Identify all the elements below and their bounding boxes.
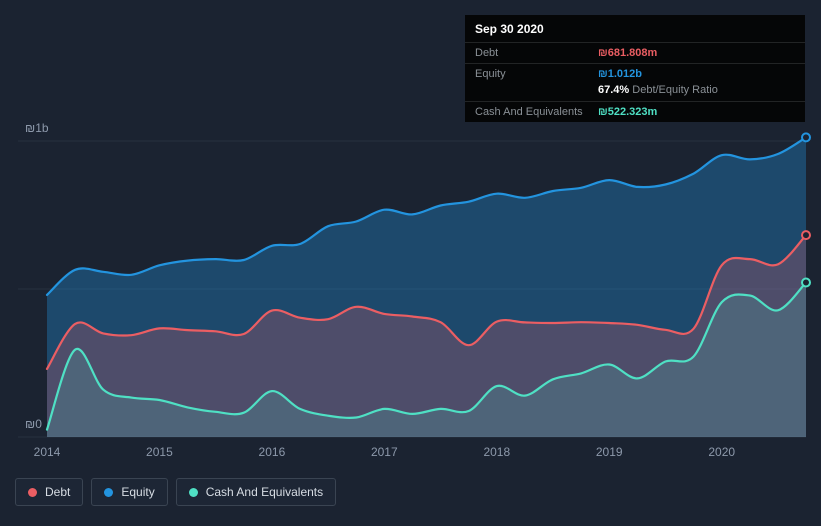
tooltip-ratio-row: 67.4% Debt/Equity Ratio	[465, 84, 805, 102]
y-axis-label: ₪0	[25, 417, 42, 431]
ratio-caption: Debt/Equity Ratio	[629, 84, 718, 96]
cash-endpoint-marker	[801, 277, 811, 288]
legend-label: Cash And Equivalents	[205, 485, 324, 499]
tooltip-cash-row: Cash And Equivalents ₪522.323m	[465, 102, 805, 122]
tooltip-cash-label: Cash And Equivalents	[475, 106, 583, 118]
ratio-percent: 67.4%	[598, 84, 630, 96]
x-axis-label: 2017	[371, 445, 398, 459]
debt-equity-history-panel: ₪1b ₪0 2014 2015 2016 2017 2018 2019 2020 Sep 30…	[0, 0, 821, 526]
debt-legend-dot-icon	[28, 487, 37, 497]
x-axis-label: 2019	[596, 445, 623, 459]
tooltip-debt-label: Debt	[475, 47, 499, 59]
cash-legend-dot-icon	[188, 487, 198, 497]
x-axis-label: 2015	[146, 445, 173, 459]
x-axis-label: 2016	[259, 445, 286, 459]
tooltip-debt-row: Debt ₪681.808m	[465, 43, 805, 64]
equity-legend-dot-icon	[104, 487, 114, 497]
tooltip-equity-label: Equity	[475, 68, 506, 80]
tooltip-cash-value: ₪522.323m	[598, 106, 658, 118]
tooltip-debt-value: ₪681.808m	[598, 47, 658, 59]
tooltip-date: Sep 30 2020	[465, 15, 805, 43]
legend-pill-equity[interactable]: Equity	[91, 478, 168, 506]
legend: Debt Equity Cash And Equivalents	[15, 478, 337, 506]
x-axis-label: 2014	[34, 445, 61, 459]
chart-tooltip: Sep 30 2020 Debt ₪681.808m Equity ₪1.012…	[465, 15, 805, 122]
legend-label: Equity	[121, 485, 155, 499]
equity-endpoint-marker	[801, 132, 811, 143]
tooltip-equity-row: Equity ₪1.012b	[465, 64, 805, 84]
x-axis-label: 2020	[708, 445, 735, 459]
y-axis-label: ₪1b	[25, 121, 49, 135]
legend-pill-cash[interactable]: Cash And Equivalents	[175, 478, 337, 506]
x-axis-label: 2018	[483, 445, 510, 459]
tooltip-equity-value: ₪1.012b	[598, 68, 642, 80]
tooltip-ratio-value: 67.4% Debt/Equity Ratio	[598, 84, 718, 96]
debt-endpoint-marker	[801, 230, 811, 241]
legend-label: Debt	[45, 485, 71, 499]
legend-pill-debt[interactable]: Debt	[15, 478, 84, 506]
